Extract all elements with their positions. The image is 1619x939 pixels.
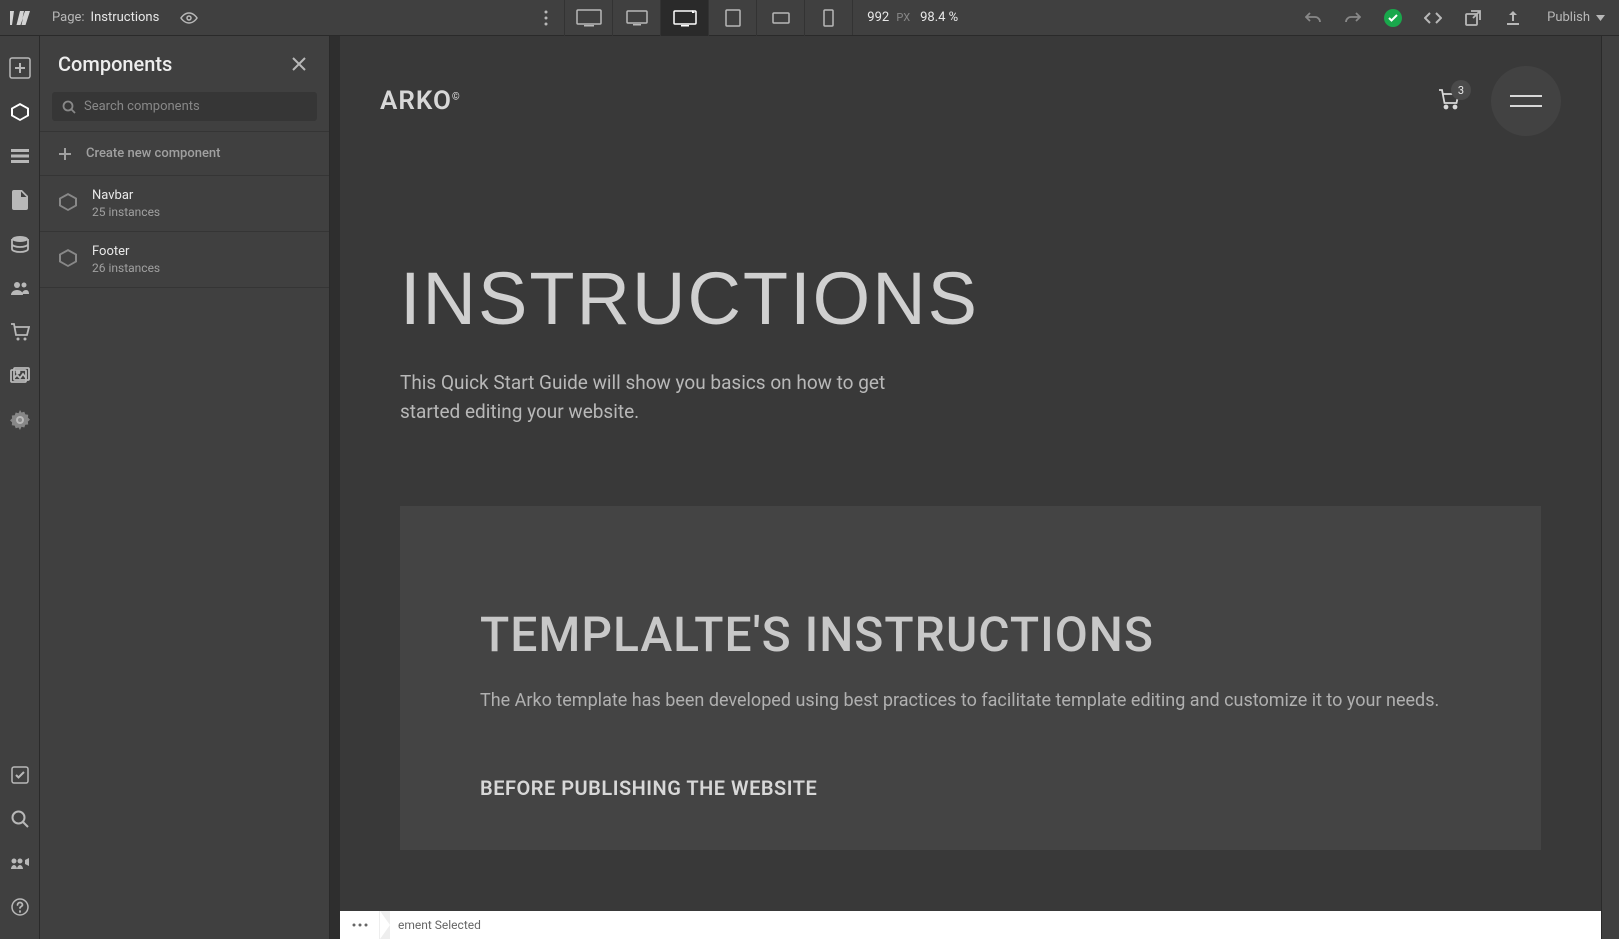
component-instances: 25 instances <box>92 205 160 219</box>
webflow-logo[interactable] <box>0 0 40 36</box>
canvas[interactable]: ARKO© 3 INSTRUCTIONS This Quick Start Gu… <box>340 36 1601 911</box>
component-instances: 26 instances <box>92 261 160 275</box>
viewport-width: 992 <box>867 10 889 25</box>
ecommerce-button[interactable] <box>0 310 40 354</box>
breakpoint-group <box>564 0 852 35</box>
create-component-button[interactable]: Create new component <box>40 131 329 176</box>
component-icon <box>58 192 78 216</box>
page-selector[interactable]: Page: Instructions <box>40 0 171 36</box>
search-button[interactable] <box>0 797 40 841</box>
viewport-info[interactable]: 992 PX 98.4 % <box>852 0 972 35</box>
page-name: Instructions <box>91 10 160 25</box>
cart-button[interactable]: 3 <box>1437 88 1461 114</box>
more-options[interactable] <box>528 0 564 36</box>
hero-title[interactable]: INSTRUCTIONS <box>400 256 1541 341</box>
chevron-down-icon <box>1596 15 1605 21</box>
breakpoint-mobile-landscape[interactable] <box>756 0 804 36</box>
site-navbar[interactable]: ARKO© 3 <box>340 36 1601 136</box>
audit-button[interactable] <box>0 753 40 797</box>
publish-label: Publish <box>1547 10 1590 25</box>
navigator-button[interactable] <box>0 134 40 178</box>
undo-button[interactable] <box>1293 0 1333 36</box>
menu-line-icon <box>1510 95 1542 97</box>
box-subheading[interactable]: BEFORE PUBLISHING THE WEBSITE <box>480 776 1461 800</box>
breakpoint-large[interactable] <box>612 0 660 36</box>
cms-button[interactable] <box>0 222 40 266</box>
search-input[interactable] <box>84 99 307 114</box>
component-icon <box>58 248 78 272</box>
right-panel-collapsed[interactable] <box>1601 36 1619 939</box>
breadcrumb-text: ement Selected <box>398 918 481 932</box>
hero-section[interactable]: INSTRUCTIONS This Quick Start Guide will… <box>340 136 1601 466</box>
settings-button[interactable] <box>0 398 40 442</box>
status-indicator[interactable] <box>1373 0 1413 36</box>
create-label: Create new component <box>86 146 220 161</box>
component-item-footer[interactable]: Footer 26 instances <box>40 232 329 288</box>
export-button[interactable] <box>1453 0 1493 36</box>
component-name: Footer <box>92 244 160 259</box>
viewport-unit: PX <box>896 11 910 24</box>
menu-line-icon <box>1510 105 1542 107</box>
breakpoint-desktop[interactable] <box>660 0 708 36</box>
status-ok-icon <box>1384 9 1402 27</box>
redo-button[interactable] <box>1333 0 1373 36</box>
components-panel: Components Create new component Navbar 2… <box>40 36 330 939</box>
hero-subtitle[interactable]: This Quick Start Guide will show you bas… <box>400 369 900 426</box>
component-item-navbar[interactable]: Navbar 25 instances <box>40 176 329 232</box>
breakpoint-tablet[interactable] <box>708 0 756 36</box>
help-button[interactable] <box>0 885 40 929</box>
breadcrumb-menu[interactable] <box>340 911 380 939</box>
page-label: Page: <box>52 10 85 25</box>
left-rail <box>0 36 40 939</box>
canvas-wrap: ARKO© 3 INSTRUCTIONS This Quick Start Gu… <box>330 36 1619 939</box>
cart-count: 3 <box>1451 80 1471 100</box>
component-name: Navbar <box>92 188 160 203</box>
pages-button[interactable] <box>0 178 40 222</box>
topbar: Page: Instructions <box>0 0 1619 36</box>
breadcrumb-bar: ement Selected <box>340 911 1601 939</box>
add-elements-button[interactable] <box>0 46 40 90</box>
panel-title: Components <box>58 52 172 76</box>
rail-bottom <box>0 753 40 939</box>
search-icon <box>62 100 76 114</box>
topbar-right: Publish <box>1293 0 1619 35</box>
code-button[interactable] <box>1413 0 1453 36</box>
search-box[interactable] <box>52 92 317 121</box>
breadcrumb-item[interactable]: ement Selected <box>380 911 493 939</box>
box-title[interactable]: TEMPLALTE'S INSTRUCTIONS <box>480 606 1461 663</box>
nav-right: 3 <box>1437 66 1561 136</box>
logo-sup: © <box>452 91 461 102</box>
breakpoint-xl[interactable] <box>564 0 612 36</box>
component-meta: Navbar 25 instances <box>92 188 160 219</box>
share-button[interactable] <box>1493 0 1533 36</box>
component-meta: Footer 26 instances <box>92 244 160 275</box>
plus-icon <box>58 147 72 161</box>
topbar-center: 992 PX 98.4 % <box>207 0 1293 35</box>
breakpoint-mobile[interactable] <box>804 0 852 36</box>
publish-button[interactable]: Publish <box>1533 0 1619 36</box>
close-panel-button[interactable] <box>287 52 311 76</box>
components-button[interactable] <box>0 90 40 134</box>
zoom-value: 98.4 % <box>920 10 958 25</box>
site-logo[interactable]: ARKO© <box>380 86 461 116</box>
panel-header: Components <box>40 36 329 92</box>
assets-button[interactable] <box>0 354 40 398</box>
logo-text: ARKO <box>380 86 452 116</box>
box-text[interactable]: The Arko template has been developed usi… <box>480 687 1461 716</box>
preview-button[interactable] <box>171 0 207 36</box>
content-box[interactable]: TEMPLALTE'S INSTRUCTIONS The Arko templa… <box>400 506 1541 850</box>
video-button[interactable] <box>0 841 40 885</box>
users-button[interactable] <box>0 266 40 310</box>
menu-button[interactable] <box>1491 66 1561 136</box>
